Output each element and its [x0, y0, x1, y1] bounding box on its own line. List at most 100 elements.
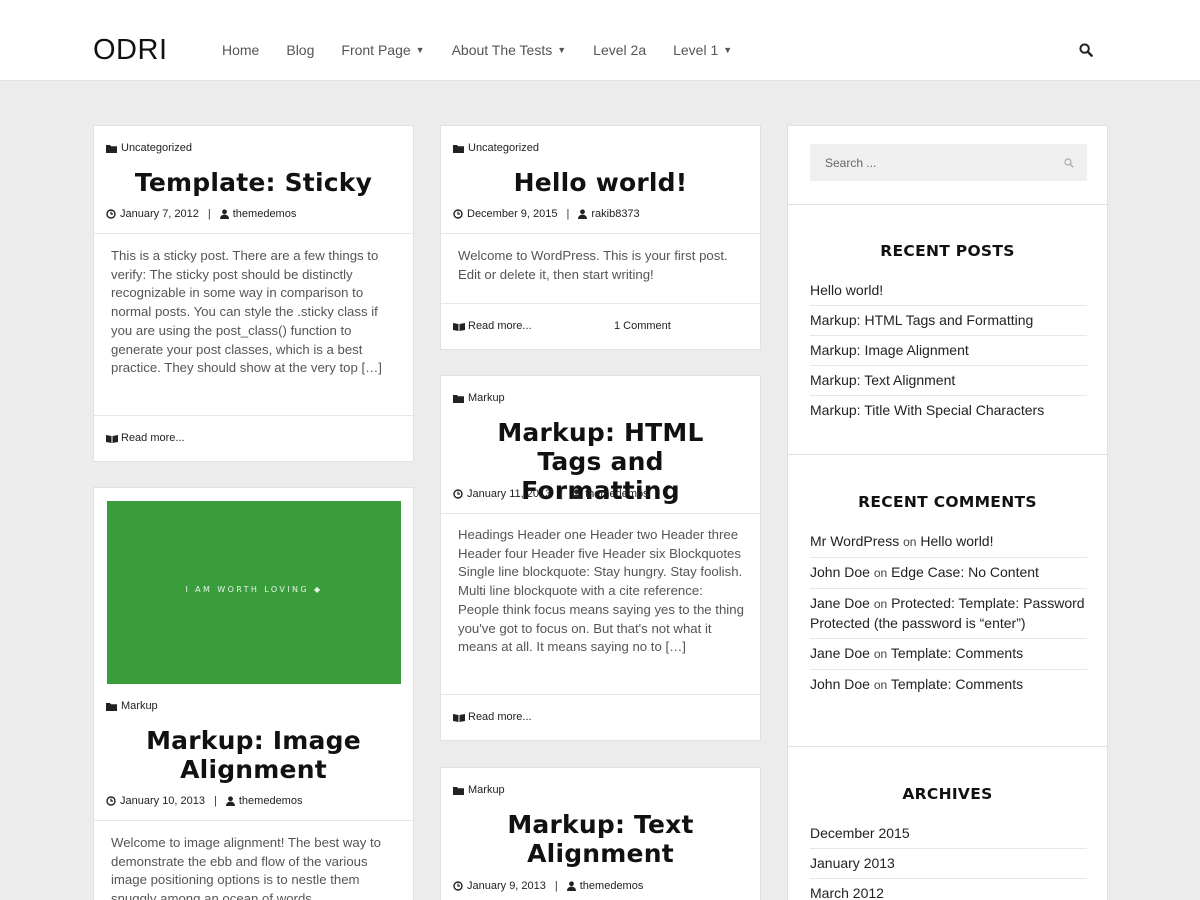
post-author[interactable]: themedemos [585, 488, 649, 500]
card-divider [441, 303, 760, 304]
comment-on-word: on [873, 566, 888, 580]
comment-on-word: on [873, 678, 888, 692]
recent-posts-list: Hello world! Markup: HTML Tags and Forma… [810, 276, 1087, 425]
card-divider [441, 233, 760, 234]
post-category[interactable]: Markup [453, 392, 505, 404]
user-icon [578, 209, 588, 219]
post-card-text-alignment: Markup Markup: Text Alignment January 9,… [440, 767, 761, 900]
card-divider [94, 820, 413, 821]
read-more-label: Read more... [468, 711, 532, 723]
archive-item[interactable]: December 2015 [810, 819, 1087, 849]
recent-comment-item: Jane Doe on Protected: Template: Passwor… [810, 589, 1087, 639]
post-card-html-tags: Markup Markup: HTML Tags and Formatting … [440, 375, 761, 741]
post-date[interactable]: January 10, 2013 [120, 795, 205, 807]
search-input[interactable] [810, 144, 1087, 181]
gem-icon: ◆ [313, 585, 323, 594]
main-nav: Home Blog Front Page ▼ About The Tests ▼ L… [222, 40, 759, 60]
nav-item-front-page[interactable]: Front Page ▼ [341, 40, 424, 60]
clock-icon [106, 796, 116, 806]
recent-comment-item: John Doe on Template: Comments [810, 670, 1087, 700]
comment-author[interactable]: Mr WordPress [810, 533, 899, 549]
post-date[interactable]: January 7, 2012 [120, 208, 199, 220]
recent-post-item[interactable]: Hello world! [810, 276, 1087, 306]
nav-item-level-1[interactable]: Level 1 ▼ [673, 40, 732, 60]
read-more-label: Read more... [468, 320, 532, 332]
clock-icon [453, 489, 463, 499]
archives-title: ARCHIVES [902, 785, 993, 803]
read-more-link[interactable]: Read more... [106, 432, 185, 444]
post-category[interactable]: Markup [453, 784, 505, 796]
comment-post-link[interactable]: Hello world! [920, 533, 993, 549]
book-icon [106, 434, 118, 443]
meta-separator: | [566, 208, 570, 220]
post-date[interactable]: January 9, 2013 [467, 880, 546, 892]
caret-down-icon: ▼ [723, 45, 733, 55]
recent-comment-item: Jane Doe on Template: Comments [810, 639, 1087, 670]
folder-icon [106, 144, 117, 153]
post-category[interactable]: Markup [106, 700, 158, 712]
post-title[interactable]: Markup: Image Alignment [94, 726, 413, 784]
category-label: Markup [468, 784, 505, 796]
widget-separator [788, 204, 1107, 205]
recent-comments-title: RECENT COMMENTS [858, 493, 1037, 511]
recent-comment-item: John Doe on Edge Case: No Content [810, 558, 1087, 589]
category-label: Markup [121, 700, 158, 712]
image-caption: I AM WORTH LOVING [185, 585, 310, 594]
search-icon[interactable] [1064, 158, 1074, 168]
nav-label: About The Tests [451, 42, 553, 58]
comment-author[interactable]: Jane Doe [810, 595, 870, 611]
nav-item-blog[interactable]: Blog [286, 40, 314, 60]
recent-post-item[interactable]: Markup: Image Alignment [810, 336, 1087, 366]
caret-down-icon: ▼ [557, 45, 567, 55]
nav-label: Level 2a [593, 42, 647, 58]
post-category[interactable]: Uncategorized [453, 142, 539, 154]
user-icon [566, 881, 576, 891]
folder-icon [453, 394, 464, 403]
caret-down-icon: ▼ [415, 45, 425, 55]
comment-on-word: on [873, 647, 888, 661]
comment-post-link[interactable]: Template: Comments [891, 645, 1023, 661]
featured-image[interactable]: I AM WORTH LOVING ◆ [107, 501, 401, 684]
featured-image-text: I AM WORTH LOVING ◆ [107, 585, 401, 594]
post-date[interactable]: December 9, 2015 [467, 208, 558, 220]
archive-item[interactable]: March 2012 [810, 879, 1087, 900]
recent-posts-title: RECENT POSTS [880, 242, 1015, 260]
comments-link[interactable]: 1 Comment [614, 320, 671, 332]
read-more-link[interactable]: Read more... [453, 320, 532, 332]
post-excerpt: Welcome to image alignment! The best way… [111, 835, 381, 900]
post-author[interactable]: themedemos [233, 208, 297, 220]
recent-post-item[interactable]: Markup: Text Alignment [810, 366, 1087, 396]
card-divider [94, 233, 413, 234]
site-logo[interactable]: ODRI [93, 32, 168, 68]
comment-on-word: on [873, 597, 888, 611]
read-more-label: Read more... [121, 432, 185, 444]
post-category[interactable]: Uncategorized [106, 142, 192, 154]
archive-item[interactable]: January 2013 [810, 849, 1087, 879]
post-title[interactable]: Markup: Text Alignment [441, 810, 760, 868]
comment-post-link[interactable]: Template: Comments [891, 676, 1023, 692]
nav-item-level-2a[interactable]: Level 2a [593, 40, 646, 60]
site-header: ODRI Home Blog Front Page ▼ About The Tes… [0, 0, 1200, 81]
post-author[interactable]: rakib8373 [591, 208, 639, 220]
sidebar: RECENT POSTS Hello world! Markup: HTML T… [787, 125, 1108, 900]
meta-separator: | [214, 795, 217, 807]
comment-post-link[interactable]: Edge Case: No Content [891, 564, 1039, 580]
search-icon[interactable] [1079, 43, 1093, 57]
post-card-hello-world: Uncategorized Hello world! December 9, 2… [440, 125, 761, 350]
comment-author[interactable]: John Doe [810, 564, 870, 580]
recent-comments-list: Mr WordPress on Hello world! John Doe on… [810, 527, 1087, 700]
nav-item-about-the-tests[interactable]: About The Tests ▼ [452, 40, 567, 60]
recent-post-item[interactable]: Markup: Title With Special Characters [810, 396, 1087, 425]
post-title[interactable]: Hello world! [441, 168, 760, 197]
recent-post-item[interactable]: Markup: HTML Tags and Formatting [810, 306, 1087, 336]
post-date[interactable]: January 11, 2013 [467, 488, 551, 500]
nav-item-home[interactable]: Home [222, 40, 259, 60]
post-author[interactable]: themedemos [580, 880, 644, 892]
read-more-link[interactable]: Read more... [453, 711, 532, 723]
post-excerpt: Welcome to WordPress. This is your first… [458, 248, 728, 282]
post-author[interactable]: themedemos [239, 795, 303, 807]
post-title[interactable]: Template: Sticky [94, 168, 413, 197]
book-icon [453, 713, 465, 722]
comment-author[interactable]: John Doe [810, 676, 870, 692]
comment-author[interactable]: Jane Doe [810, 645, 870, 661]
